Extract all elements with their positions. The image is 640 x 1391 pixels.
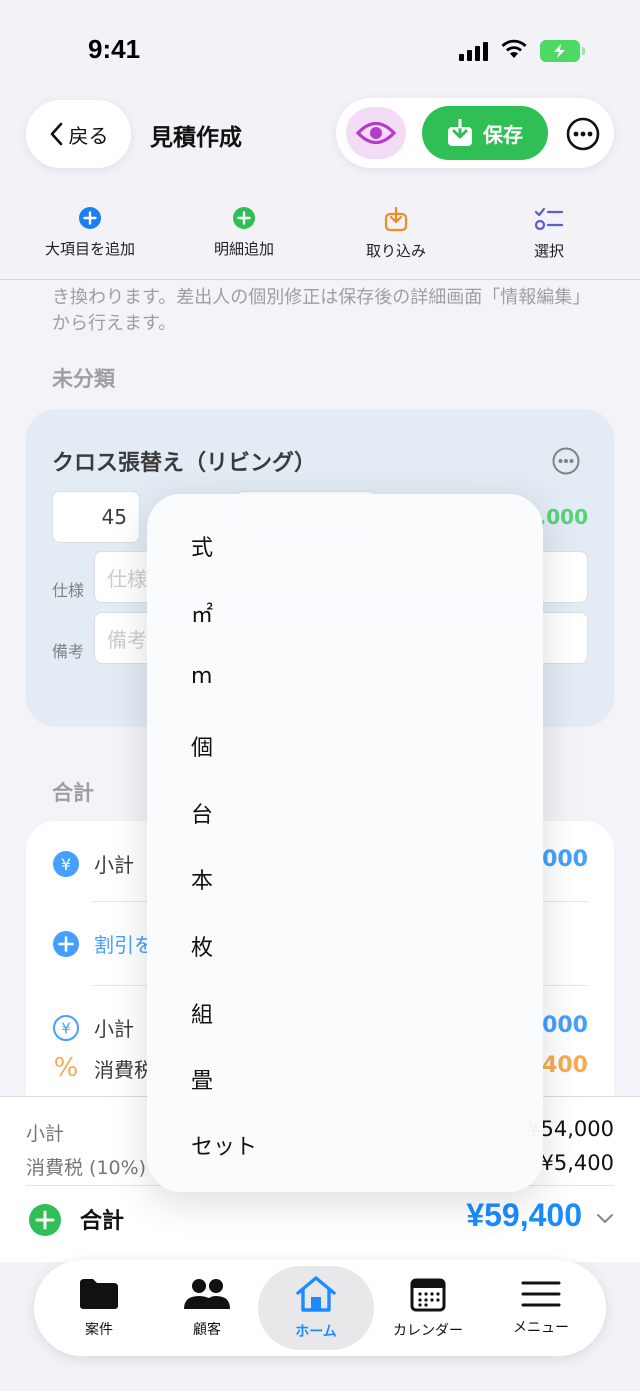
unit-option[interactable]: 個 xyxy=(191,730,213,762)
page-title: 見積作成 xyxy=(150,125,242,151)
battery-icon xyxy=(540,40,580,62)
plus-circle-icon xyxy=(233,207,255,229)
preview-button[interactable] xyxy=(346,107,406,159)
unit-option[interactable]: 畳 xyxy=(191,1063,213,1095)
summary-tax-value: ¥5,400 xyxy=(540,1151,614,1175)
tab-projects[interactable]: 案件 xyxy=(54,1260,144,1356)
import-label: 取り込み xyxy=(365,242,426,260)
tab-bar: 案件 顧客 ホーム カレンダー メニュー xyxy=(34,1260,606,1356)
unit-option[interactable]: セット xyxy=(191,1129,257,1161)
plus-circle-icon[interactable] xyxy=(28,1203,62,1237)
save-label: 保存 xyxy=(483,122,523,147)
unit-option[interactable]: ㎡ xyxy=(191,597,213,629)
chevron-down-icon[interactable] xyxy=(596,1213,614,1225)
tab-home[interactable]: ホーム xyxy=(270,1260,362,1356)
wifi-icon xyxy=(501,39,527,58)
download-icon xyxy=(448,119,472,146)
import-icon xyxy=(384,206,408,232)
select-label: 選択 xyxy=(533,242,564,260)
tab-label: ホーム xyxy=(295,1324,337,1340)
cellular-signal-icon xyxy=(459,42,488,61)
unit-option[interactable]: 式 xyxy=(191,530,213,562)
summary-subtotal-label: 小計 xyxy=(26,1123,65,1145)
unit-dropdown-menu: 式 ㎡ m 個 台 本 枚 組 畳 セット xyxy=(147,494,543,1192)
plus-circle-icon xyxy=(79,207,101,229)
calendar-icon xyxy=(410,1278,446,1312)
back-button[interactable]: 戻る xyxy=(26,100,131,168)
action-toolbar: 大項目を追加 明細追加 取り込み 選択 xyxy=(0,196,640,280)
folder-icon xyxy=(80,1279,118,1309)
chevron-left-icon xyxy=(50,122,62,146)
status-time: 9:41 xyxy=(88,34,141,64)
tab-label: 顧客 xyxy=(193,1322,221,1338)
save-button[interactable]: 保存 xyxy=(422,106,548,160)
back-label: 戻る xyxy=(68,123,109,148)
tab-label: 案件 xyxy=(85,1322,113,1338)
add-category-button[interactable]: 大項目を追加 xyxy=(20,206,160,259)
tab-label: メニュー xyxy=(513,1320,569,1336)
tab-calendar[interactable]: カレンダー xyxy=(380,1260,476,1356)
unit-option[interactable]: 枚 xyxy=(191,930,213,962)
status-bar: 9:41 xyxy=(0,0,640,100)
people-icon xyxy=(184,1279,230,1309)
add-line-item-label: 明細追加 xyxy=(213,240,274,258)
summary-tax-label: 消費税 (10%) xyxy=(26,1157,147,1179)
unit-option[interactable]: 本 xyxy=(191,863,213,895)
unit-option[interactable]: m xyxy=(191,664,212,689)
import-button[interactable]: 取り込み xyxy=(326,206,466,261)
add-category-label: 大項目を追加 xyxy=(44,240,135,258)
tab-label: カレンダー xyxy=(393,1323,463,1339)
summary-total-value: ¥59,400 xyxy=(466,1197,582,1233)
more-options-icon[interactable] xyxy=(566,117,600,151)
select-button[interactable]: 選択 xyxy=(479,206,619,261)
tab-customers[interactable]: 顧客 xyxy=(162,1260,252,1356)
eye-icon xyxy=(356,121,396,145)
battery-cap xyxy=(582,47,585,55)
home-icon xyxy=(296,1276,336,1312)
header-actions: 保存 xyxy=(336,98,614,168)
unit-option[interactable]: 台 xyxy=(191,797,213,829)
unit-option[interactable]: 組 xyxy=(191,997,213,1029)
summary-total-label: 合計 xyxy=(80,1209,125,1234)
checklist-icon xyxy=(534,207,564,231)
add-line-item-button[interactable]: 明細追加 xyxy=(174,206,314,259)
tab-menu[interactable]: メニュー xyxy=(496,1260,586,1356)
menu-icon xyxy=(521,1281,561,1307)
